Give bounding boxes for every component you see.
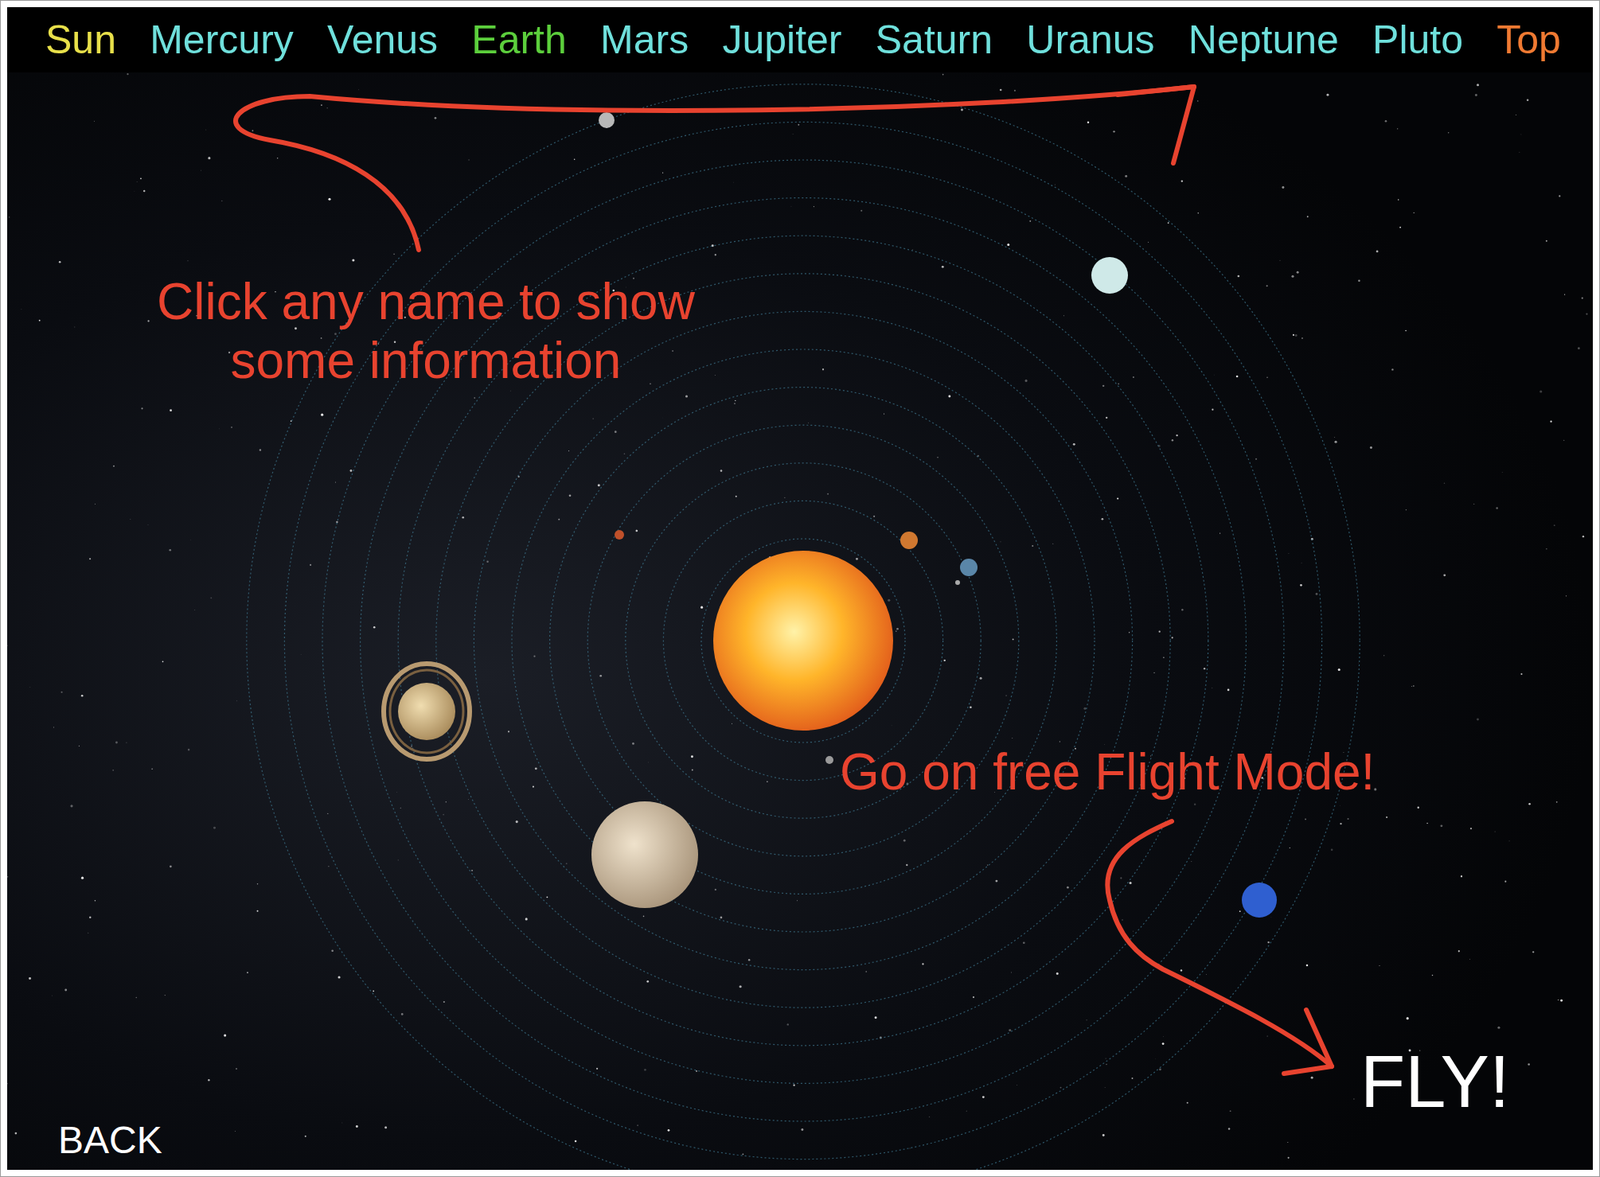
planet-link[interactable]: Neptune [1188,16,1339,63]
sun-icon[interactable] [713,550,894,731]
pluto-icon[interactable] [598,112,615,129]
fly-button[interactable]: FLY! [1360,1045,1510,1119]
saturn-icon[interactable] [383,663,470,760]
planet-link[interactable]: Uranus [1026,16,1155,63]
solar-system-view[interactable]: Click any name to showsome information G… [7,72,1593,1171]
planet-link[interactable]: Jupiter [721,16,842,63]
planet-link[interactable]: Top [1496,16,1561,63]
app-window: Sun Mercury Venus Earth Mars Jupiter Saturn Ura… [0,0,1600,1177]
back-button[interactable]: BACK [58,1121,163,1160]
uranus-icon[interactable] [1091,257,1128,294]
neptune-icon[interactable] [1241,882,1277,918]
planet-link[interactable]: Saturn [875,16,993,63]
planet-link[interactable]: Venus [327,16,438,63]
planet-menu: Sun Mercury Venus Earth Mars Jupiter Saturn Ura… [7,7,1593,73]
mercury-icon[interactable] [825,756,834,765]
info-hint: Click any name to showsome information [156,273,695,391]
planet-link[interactable]: Mars [600,16,689,63]
mars-icon[interactable] [614,530,625,540]
moon-icon [955,580,960,586]
planet-link[interactable]: Pluto [1372,16,1464,63]
solar-system-scene [7,72,1593,1171]
earth-icon[interactable] [960,558,978,577]
arrow-icon [235,86,1332,1074]
planet-link[interactable]: Sun [45,16,117,63]
jupiter-icon[interactable] [591,801,699,909]
planet-link[interactable]: Mercury [149,16,294,63]
planet-link[interactable]: Earth [471,16,567,63]
venus-icon[interactable] [900,531,918,550]
flight-hint: Go on free Flight Mode! [839,743,1375,803]
